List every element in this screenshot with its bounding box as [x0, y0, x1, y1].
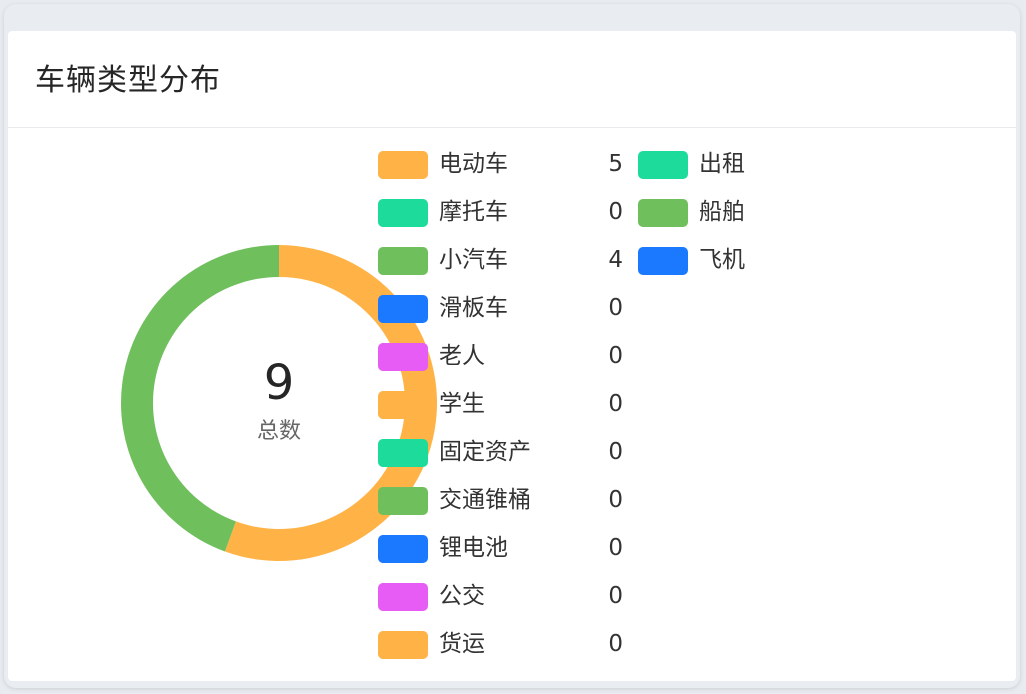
- total-count: 9: [263, 355, 295, 411]
- legend-swatch: [638, 151, 688, 179]
- donut-chart: [120, 245, 437, 561]
- legend-value: 0: [608, 631, 623, 657]
- legend-label: 学生: [439, 391, 485, 417]
- legend-label: 老人: [439, 343, 485, 369]
- legend-swatch: [378, 247, 428, 275]
- legend-value: 0: [608, 583, 623, 609]
- legend-label: 小汽车: [439, 247, 508, 273]
- legend-value: 0: [608, 295, 623, 321]
- legend-swatch: [378, 535, 428, 563]
- legend-swatch: [638, 199, 688, 227]
- legend-label: 船舶: [699, 199, 745, 225]
- legend-swatch: [378, 343, 428, 371]
- legend-label: 公交: [439, 583, 485, 609]
- legend-swatch: [378, 487, 428, 515]
- legend-label: 锂电池: [439, 535, 508, 561]
- vehicle-type-card: 车辆类型分布 9 总数 电动车 5 摩托车 0 小汽车 4 滑板车 0 老人 0 学生 0 固定资产 0 交…: [8, 31, 1016, 681]
- legend-value: 0: [608, 391, 623, 417]
- legend-swatch: [378, 151, 428, 179]
- legend-value: 0: [608, 439, 623, 465]
- legend-swatch: [378, 439, 428, 467]
- legend-label: 固定资产: [439, 439, 531, 465]
- total-label: 总数: [256, 419, 301, 444]
- legend-swatch: [378, 391, 428, 419]
- legend-label: 飞机: [699, 247, 745, 273]
- legend-value: 0: [608, 535, 623, 561]
- legend-label: 电动车: [439, 151, 508, 177]
- window-frame: 车辆类型分布 9 总数 电动车 5 摩托车 0 小汽车 4 滑板车 0 老人 0 学生 0 固定资产 0 交…: [4, 4, 1020, 688]
- legend-value: 0: [608, 487, 623, 513]
- legend-swatch: [378, 199, 428, 227]
- legend-swatch: [378, 583, 428, 611]
- legend-label: 摩托车: [439, 199, 508, 225]
- legend-swatch: [638, 247, 688, 275]
- legend-label: 交通锥桶: [439, 487, 531, 513]
- legend-value: 5: [608, 151, 623, 177]
- legend-label: 出租: [699, 151, 745, 177]
- legend-label: 货运: [439, 631, 485, 657]
- legend-swatch: [378, 295, 428, 323]
- legend-value: 4: [608, 247, 623, 273]
- legend-label: 滑板车: [439, 295, 508, 321]
- legend-value: 0: [608, 199, 623, 225]
- legend-swatch: [378, 631, 428, 659]
- legend-value: 0: [608, 343, 623, 369]
